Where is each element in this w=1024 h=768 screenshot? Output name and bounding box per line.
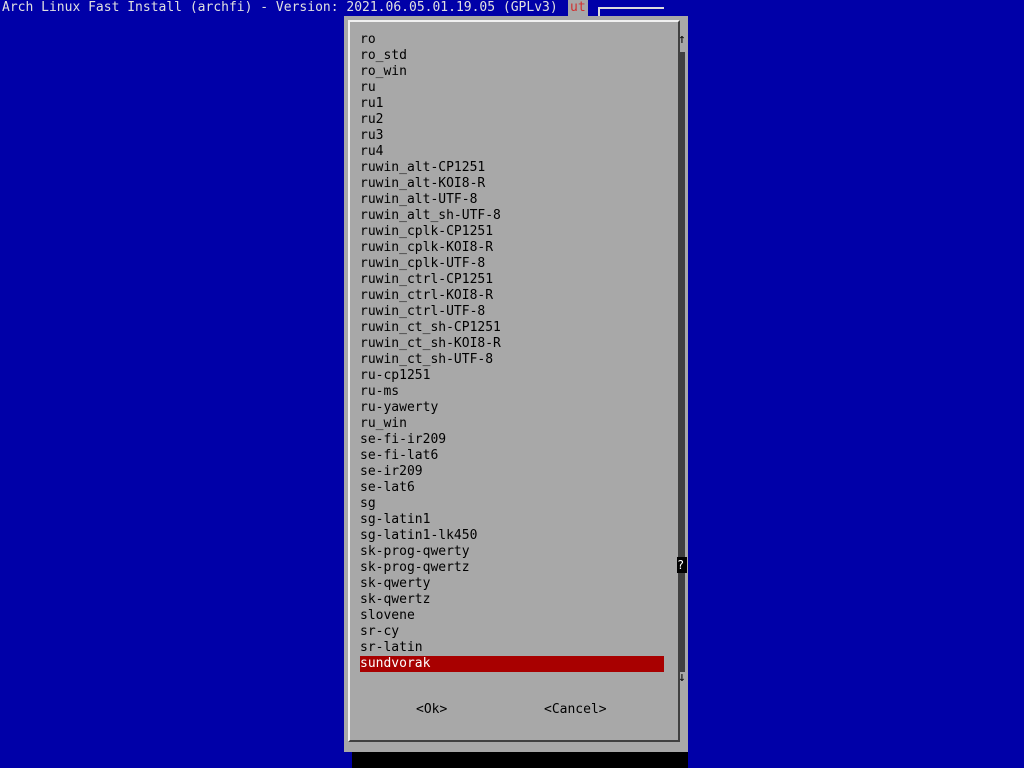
list-item[interactable]: ruwin_alt-CP1251 [360, 160, 664, 176]
list-item[interactable]: se-lat6 [360, 480, 664, 496]
list-item[interactable]: ro_win [360, 64, 664, 80]
list-item[interactable]: ru1 [360, 96, 664, 112]
list-item[interactable]: sk-prog-qwertz [360, 560, 664, 576]
list-item[interactable]: ruwin_ctrl-KOI8-R [360, 288, 664, 304]
list-item[interactable]: se-fi-lat6 [360, 448, 664, 464]
list-item[interactable]: sr-latin [360, 640, 664, 656]
ok-button[interactable]: <Ok> [416, 702, 447, 718]
keymap-list[interactable]: ro ro_std ro_win ru ru1 ru2 ru3 ru4 ruwin_alt-CP… [360, 32, 664, 688]
list-item[interactable]: ru-yawerty [360, 400, 664, 416]
list-item[interactable]: se-fi-ir209 [360, 432, 664, 448]
list-item[interactable]: ru_win [360, 416, 664, 432]
list-item[interactable]: ruwin_cplk-UTF-8 [360, 256, 664, 272]
list-item[interactable]: ru3 [360, 128, 664, 144]
list-item[interactable]: ruwin_cplk-CP1251 [360, 224, 664, 240]
list-item[interactable]: ruwin_alt_sh-UTF-8 [360, 208, 664, 224]
list-item[interactable]: slovene [360, 608, 664, 624]
list-item[interactable]: ru-ms [360, 384, 664, 400]
scroll-up-icon[interactable]: ↑ [678, 32, 686, 48]
cancel-button[interactable]: <Cancel> [544, 702, 607, 718]
list-item[interactable]: se-ir209 [360, 464, 664, 480]
list-item[interactable]: sg-latin1 [360, 512, 664, 528]
list-item[interactable]: sk-qwertz [360, 592, 664, 608]
list-item[interactable]: ruwin_ct_sh-CP1251 [360, 320, 664, 336]
list-item[interactable]: sk-qwerty [360, 576, 664, 592]
list-item[interactable]: ruwin_alt-KOI8-R [360, 176, 664, 192]
list-item[interactable]: ruwin_ct_sh-KOI8-R [360, 336, 664, 352]
app-title: Arch Linux Fast Install (archfi) - Versi… [2, 0, 558, 15]
list-item[interactable]: ru4 [360, 144, 664, 160]
scroll-thumb[interactable]: ? [677, 557, 687, 573]
partial-dialog-title: ut [568, 0, 588, 16]
list-item[interactable]: ruwin_cplk-KOI8-R [360, 240, 664, 256]
scrollbar[interactable]: ↑ ? ↓ [677, 32, 687, 692]
list-item[interactable]: sk-prog-qwerty [360, 544, 664, 560]
list-item[interactable]: ru-cp1251 [360, 368, 664, 384]
list-item[interactable]: sr-cy [360, 624, 664, 640]
list-item[interactable]: ru2 [360, 112, 664, 128]
list-item[interactable]: ro [360, 32, 664, 48]
list-item[interactable]: ruwin_ctrl-CP1251 [360, 272, 664, 288]
list-item[interactable]: sg-latin1-lk450 [360, 528, 664, 544]
list-item[interactable]: ruwin_ctrl-UTF-8 [360, 304, 664, 320]
scroll-track[interactable] [679, 52, 685, 672]
list-item[interactable]: sg [360, 496, 664, 512]
list-item[interactable]: sundvorak [360, 656, 664, 672]
scroll-down-icon[interactable]: ↓ [678, 670, 686, 686]
button-row: <Ok> <Cancel> [344, 702, 688, 718]
keymap-dialog: ro ro_std ro_win ru ru1 ru2 ru3 ru4 ruwin_alt-CP… [344, 16, 688, 752]
list-item[interactable]: ro_std [360, 48, 664, 64]
list-item[interactable]: ruwin_ct_sh-UTF-8 [360, 352, 664, 368]
list-item[interactable]: ru [360, 80, 664, 96]
list-item[interactable]: ruwin_alt-UTF-8 [360, 192, 664, 208]
title-bar: Arch Linux Fast Install (archfi) - Versi… [0, 0, 1024, 19]
